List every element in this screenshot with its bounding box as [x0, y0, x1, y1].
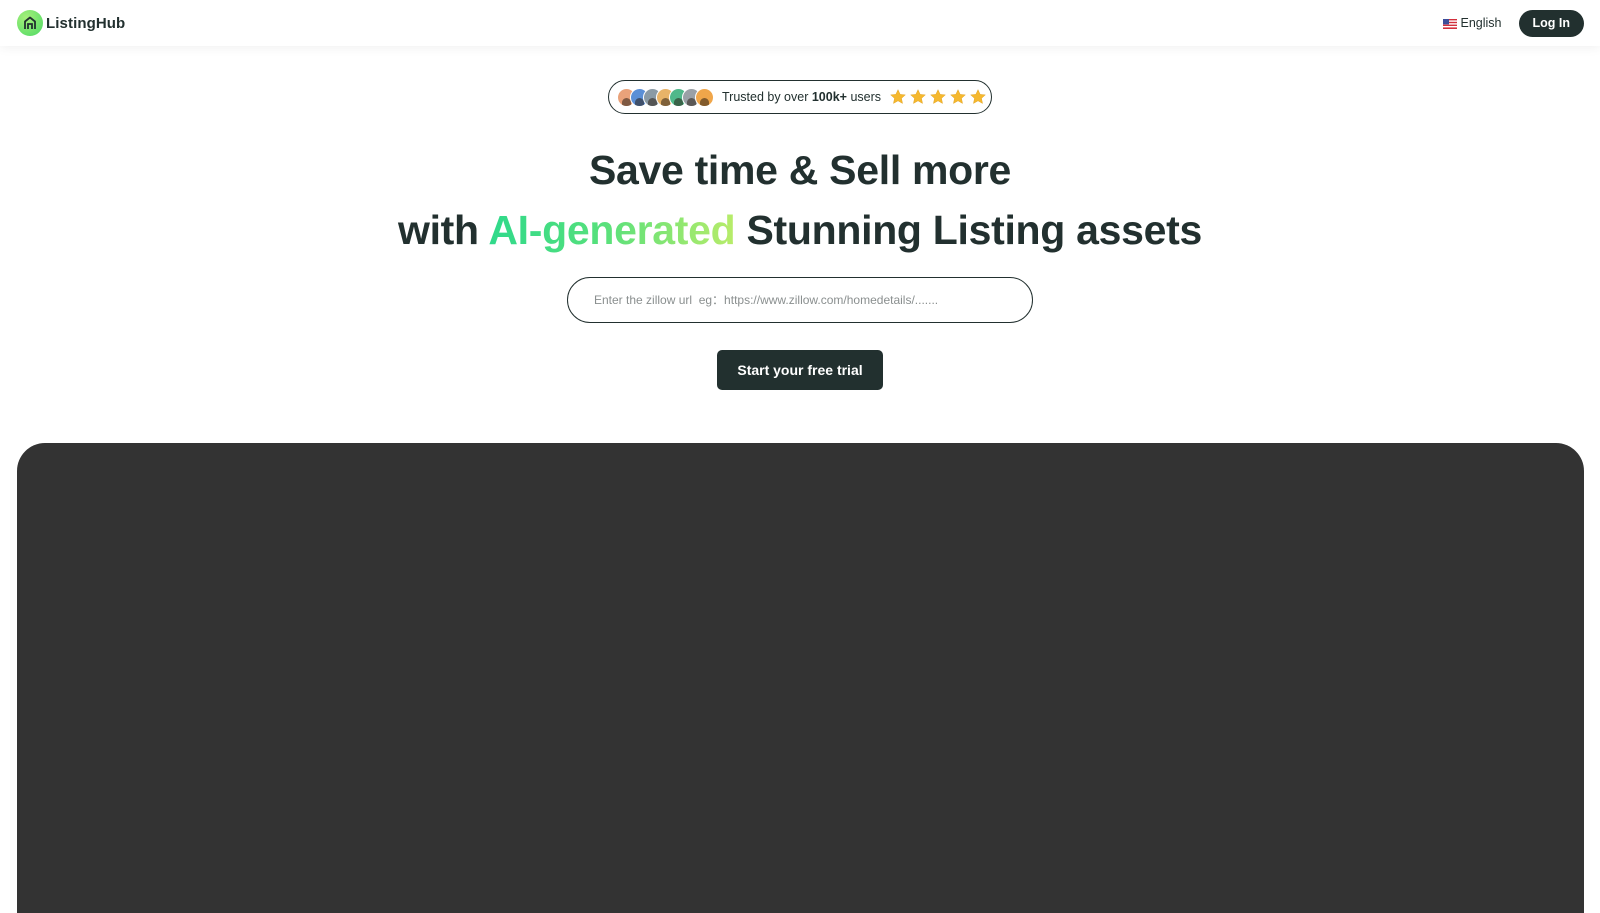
- brand-name: ListingHub: [46, 14, 126, 32]
- user-avatars: [617, 87, 714, 107]
- trust-count: 100k+: [811, 90, 847, 104]
- language-label: English: [1460, 16, 1502, 30]
- hero-line-2-prefix: with: [398, 207, 489, 253]
- language-selector[interactable]: English: [1442, 16, 1502, 30]
- hero-headline: Save time & Sell more with AI-generated …: [0, 140, 1600, 260]
- hero-line-2-suffix: Stunning Listing assets: [735, 207, 1202, 253]
- media-showcase-panel: [17, 443, 1584, 913]
- house-logo-icon: [17, 10, 43, 36]
- trust-badge: Trusted by over 100k+ users: [608, 80, 992, 114]
- trust-text-suffix: users: [846, 90, 882, 104]
- zillow-url-input[interactable]: [594, 293, 1006, 307]
- user-avatar: [695, 87, 714, 107]
- star-icon: [890, 89, 906, 104]
- brand[interactable]: ListingHub: [17, 10, 125, 36]
- star-icon: [950, 89, 966, 104]
- star-icon: [970, 89, 986, 104]
- star-icon: [930, 89, 946, 104]
- us-flag-icon: [1442, 18, 1457, 29]
- hero-line-1: Save time & Sell more: [588, 147, 1012, 193]
- top-navigation-bar: ListingHub English Log In: [0, 0, 1600, 46]
- header-actions: English Log In: [1442, 9, 1584, 37]
- trust-text-prefix: Trusted by over: [722, 90, 812, 104]
- rating-stars: [889, 88, 987, 106]
- star-icon: [910, 89, 926, 104]
- zillow-url-field[interactable]: [567, 277, 1033, 323]
- login-button[interactable]: Log In: [1518, 9, 1584, 37]
- trust-text: Trusted by over 100k+ users: [722, 90, 881, 104]
- hero-highlight: AI-generated: [488, 207, 736, 253]
- start-free-trial-button[interactable]: Start your free trial: [717, 350, 883, 390]
